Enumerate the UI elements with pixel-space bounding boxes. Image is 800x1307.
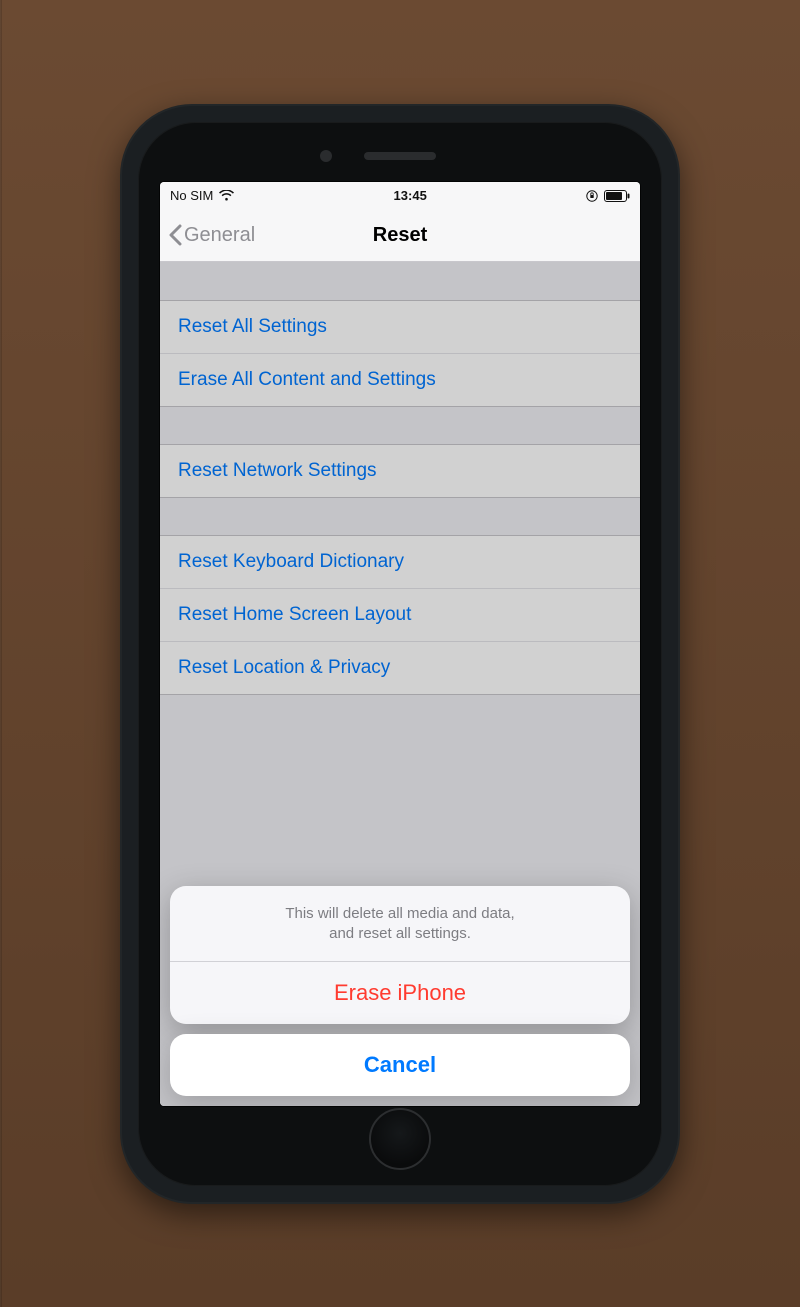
- orientation-lock-icon: [586, 190, 598, 202]
- front-camera: [320, 150, 332, 162]
- phone-case: No SIM 13:45: [120, 104, 680, 1204]
- back-label: General: [184, 224, 255, 247]
- nav-title: Reset: [373, 224, 427, 247]
- erase-iphone-button[interactable]: Erase iPhone: [170, 961, 630, 1024]
- status-left: No SIM: [170, 188, 234, 203]
- status-time: 13:45: [394, 188, 427, 203]
- action-sheet-panel: This will delete all media and data, and…: [170, 886, 630, 1024]
- status-right: [586, 190, 630, 202]
- home-button[interactable]: [369, 1108, 431, 1170]
- screen: No SIM 13:45: [160, 182, 640, 1106]
- battery-icon: [604, 190, 630, 202]
- settings-content: Reset All Settings Erase All Content and…: [160, 262, 640, 1106]
- action-sheet-message-line1: This will delete all media and data,: [285, 905, 514, 922]
- nav-bar: General Reset: [160, 210, 640, 262]
- cancel-button[interactable]: Cancel: [170, 1034, 630, 1096]
- chevron-left-icon: [168, 224, 182, 246]
- action-sheet: This will delete all media and data, and…: [170, 886, 630, 1096]
- status-bar: No SIM 13:45: [160, 182, 640, 210]
- action-sheet-message: This will delete all media and data, and…: [170, 886, 630, 961]
- back-button[interactable]: General: [168, 224, 373, 247]
- wifi-icon: [219, 190, 234, 201]
- action-sheet-message-line2: and reset all settings.: [329, 925, 471, 942]
- phone-body: No SIM 13:45: [138, 122, 662, 1186]
- speaker-slot: [364, 152, 436, 160]
- carrier-label: No SIM: [170, 188, 213, 203]
